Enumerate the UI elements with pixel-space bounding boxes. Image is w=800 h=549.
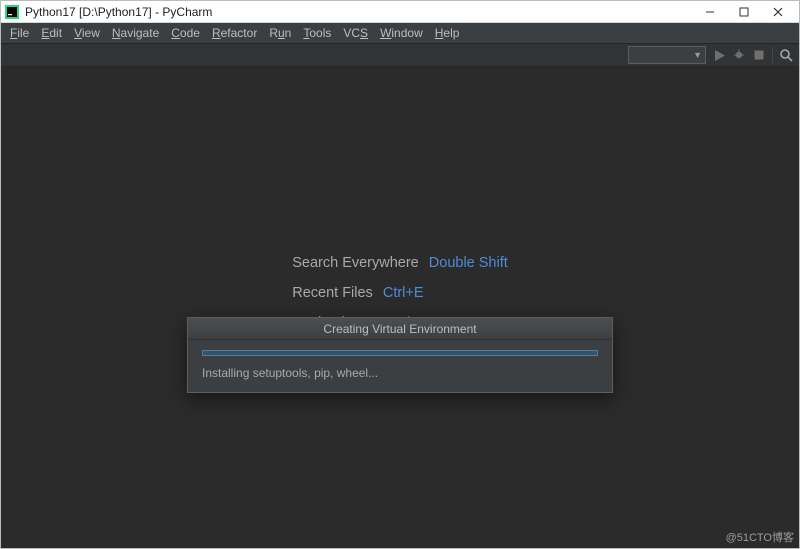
menu-edit[interactable]: Edit xyxy=(36,25,67,41)
minimize-button[interactable] xyxy=(693,2,727,22)
watermark: @51CTO博客 xyxy=(726,529,794,545)
hint-search-everywhere: Search Everywhere Double Shift xyxy=(292,255,508,271)
run-icon[interactable] xyxy=(712,48,726,62)
hint-label: Recent Files xyxy=(292,285,373,301)
menu-navigate[interactable]: Navigate xyxy=(107,25,164,41)
app-window: Python17 [D:\Python17] - PyCharm File Ed… xyxy=(0,0,800,549)
menu-refactor[interactable]: Refactor xyxy=(207,25,262,41)
search-icon[interactable] xyxy=(779,48,793,62)
menubar: File Edit View Navigate Code Refactor Ru… xyxy=(1,23,799,43)
dialog-status: Installing setuptools, pip, wheel... xyxy=(202,366,598,380)
menu-window[interactable]: Window xyxy=(375,25,428,41)
menu-run[interactable]: Run xyxy=(264,25,296,41)
menu-view[interactable]: View xyxy=(69,25,105,41)
debug-icon[interactable] xyxy=(732,48,746,62)
run-config-dropdown[interactable]: ▼ xyxy=(628,46,706,64)
menu-help[interactable]: Help xyxy=(430,25,465,41)
toolbar: ▼ xyxy=(1,43,799,67)
close-button[interactable] xyxy=(761,2,795,22)
maximize-button[interactable] xyxy=(727,2,761,22)
progress-bar xyxy=(202,350,598,356)
progress-dialog: Creating Virtual Environment Installing … xyxy=(187,317,613,393)
pycharm-icon xyxy=(5,5,19,19)
editor-empty-state: Search Everywhere Double Shift Recent Fi… xyxy=(1,67,799,548)
window-title: Python17 [D:\Python17] - PyCharm xyxy=(25,5,212,19)
menu-file[interactable]: File xyxy=(5,25,34,41)
hint-shortcut: Ctrl+E xyxy=(383,285,424,301)
hint-label: Search Everywhere xyxy=(292,255,419,271)
menu-tools[interactable]: Tools xyxy=(298,25,336,41)
chevron-down-icon: ▼ xyxy=(693,50,702,60)
titlebar: Python17 [D:\Python17] - PyCharm xyxy=(1,1,799,23)
dialog-body: Installing setuptools, pip, wheel... xyxy=(188,340,612,392)
hint-shortcut: Double Shift xyxy=(429,255,508,271)
dialog-title: Creating Virtual Environment xyxy=(188,318,612,340)
menu-code[interactable]: Code xyxy=(166,25,205,41)
toolbar-divider xyxy=(772,47,773,63)
menu-vcs[interactable]: VCS xyxy=(338,25,373,41)
hint-recent-files: Recent Files Ctrl+E xyxy=(292,285,508,301)
stop-icon[interactable] xyxy=(752,48,766,62)
